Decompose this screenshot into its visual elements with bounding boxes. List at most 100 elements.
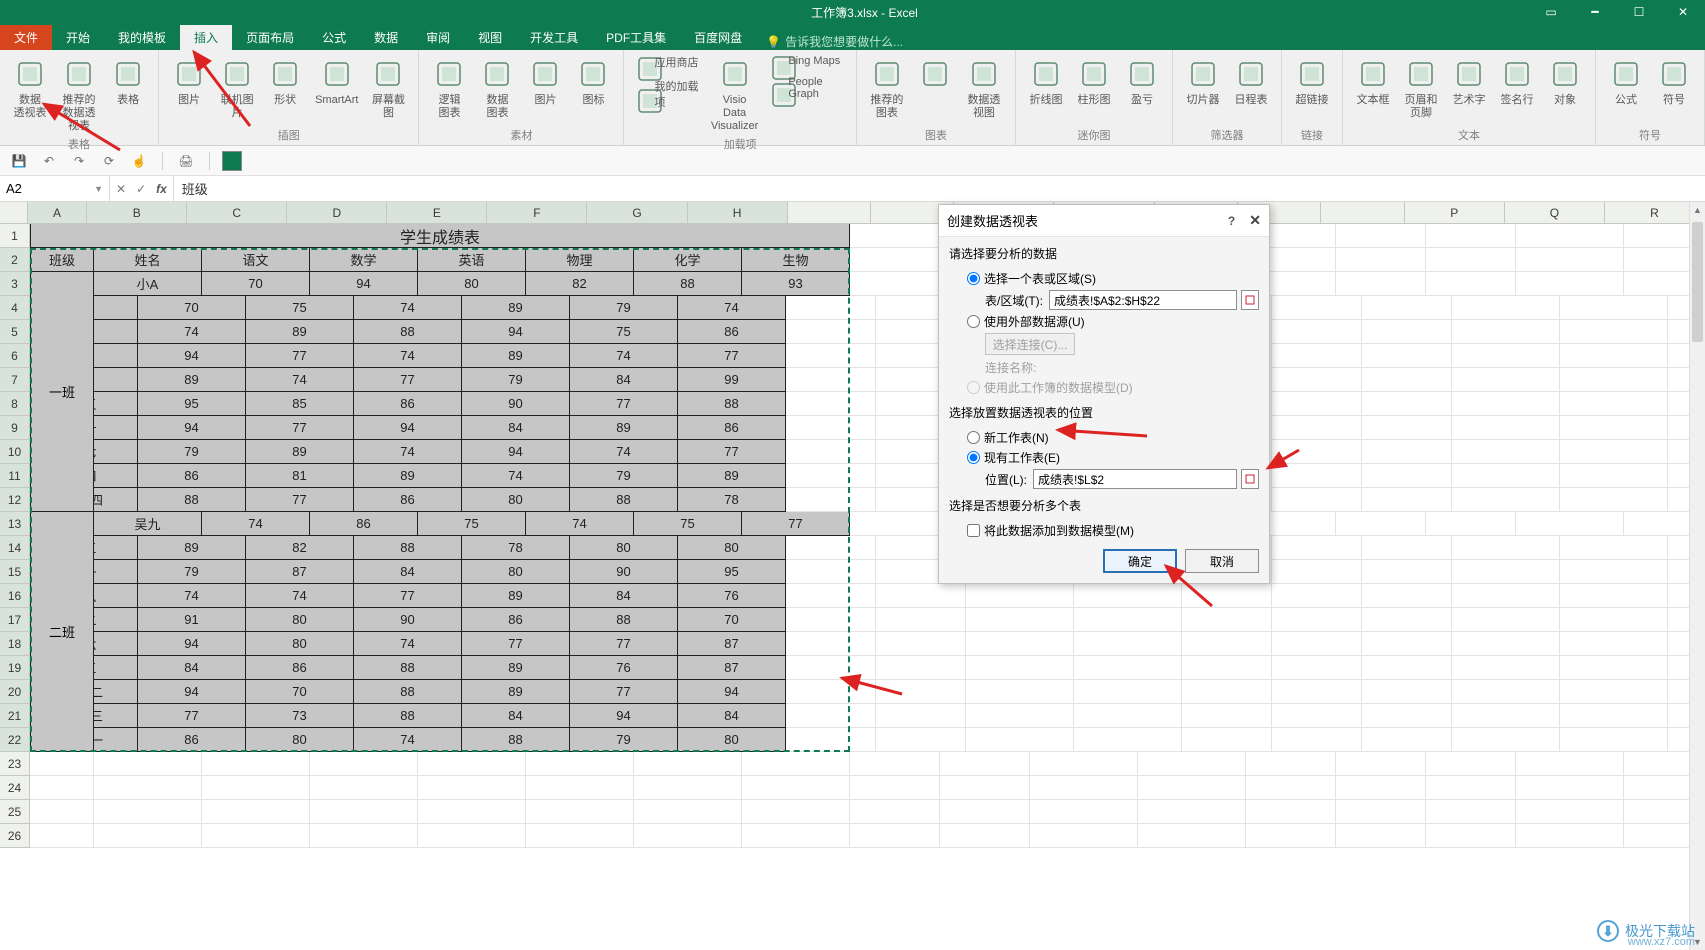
cell-K22[interactable] [966, 728, 1074, 752]
cancel-formula-button[interactable]: ✕ [116, 182, 126, 196]
cell-C21[interactable]: 77 [138, 704, 246, 728]
cell-P5[interactable] [1452, 320, 1560, 344]
cell-H12[interactable]: 78 [678, 488, 786, 512]
cell-P14[interactable] [1452, 536, 1560, 560]
row-header-18[interactable]: 18 [0, 632, 30, 656]
cell-O14[interactable] [1362, 536, 1452, 560]
cell-Q14[interactable] [1560, 536, 1668, 560]
cell-E3[interactable]: 80 [418, 272, 526, 296]
ribbon-options-icon[interactable]: ▭ [1529, 0, 1573, 24]
cell-H23[interactable] [742, 752, 850, 776]
cell-C13[interactable]: 74 [202, 512, 310, 536]
cell-Q21[interactable] [1560, 704, 1668, 728]
cell-G22[interactable]: 79 [570, 728, 678, 752]
ribbon-button[interactable]: 图标 [569, 52, 617, 109]
cell-C17[interactable]: 91 [138, 608, 246, 632]
cell-P20[interactable] [1452, 680, 1560, 704]
cell-N13[interactable] [1336, 512, 1426, 536]
ribbon-button[interactable]: 屏幕截图 [364, 52, 412, 122]
save-icon[interactable]: 💾 [8, 150, 30, 172]
cell-Q9[interactable] [1560, 416, 1668, 440]
cell-C2[interactable]: 语文 [202, 248, 310, 272]
cell-F14[interactable]: 78 [462, 536, 570, 560]
cell-O5[interactable] [1362, 320, 1452, 344]
cell-C23[interactable] [202, 752, 310, 776]
cell-F25[interactable] [526, 800, 634, 824]
cell-I25[interactable] [850, 800, 940, 824]
cell-D24[interactable] [310, 776, 418, 800]
row-header-14[interactable]: 14 [0, 536, 30, 560]
cell-F19[interactable]: 89 [462, 656, 570, 680]
cell-H5[interactable]: 86 [678, 320, 786, 344]
row-header-23[interactable]: 23 [0, 752, 30, 776]
cell-J20[interactable] [876, 680, 966, 704]
cell-M26[interactable] [1246, 824, 1336, 848]
scroll-up-button[interactable]: ▲ [1690, 202, 1705, 218]
ribbon-item[interactable]: Bing Maps [764, 52, 850, 70]
cell-L21[interactable] [1074, 704, 1182, 728]
cell-B25[interactable] [94, 800, 202, 824]
row-header-25[interactable]: 25 [0, 800, 30, 824]
cell-E20[interactable]: 88 [354, 680, 462, 704]
class-merged-cell[interactable]: 二班 [30, 512, 94, 752]
cell-O16[interactable] [1362, 584, 1452, 608]
cell-B24[interactable] [94, 776, 202, 800]
cell-N6[interactable] [1272, 344, 1362, 368]
cell-E22[interactable]: 74 [354, 728, 462, 752]
cell-C7[interactable]: 89 [138, 368, 246, 392]
row-header-16[interactable]: 16 [0, 584, 30, 608]
cell-E7[interactable]: 77 [354, 368, 462, 392]
ribbon-button[interactable]: 超链接 [1288, 52, 1336, 109]
cell-C8[interactable]: 95 [138, 392, 246, 416]
ribbon-button[interactable]: 推荐的数据透视表 [54, 52, 104, 136]
col-header-P[interactable]: P [1405, 202, 1505, 224]
cell-M19[interactable] [1182, 656, 1272, 680]
cell-N8[interactable] [1272, 392, 1362, 416]
cell-F2[interactable]: 物理 [526, 248, 634, 272]
ribbon-button[interactable] [911, 52, 959, 96]
cell-H20[interactable]: 94 [678, 680, 786, 704]
cell-I19[interactable] [786, 656, 876, 680]
cell-H7[interactable]: 99 [678, 368, 786, 392]
cell-E24[interactable] [418, 776, 526, 800]
cell-F7[interactable]: 79 [462, 368, 570, 392]
cell-G9[interactable]: 89 [570, 416, 678, 440]
tab-公式[interactable]: 公式 [308, 25, 360, 50]
ribbon-button[interactable]: 对象 [1541, 52, 1589, 109]
cell-G14[interactable]: 80 [570, 536, 678, 560]
row-header-8[interactable]: 8 [0, 392, 30, 416]
cell-I8[interactable] [786, 392, 876, 416]
cell-B3[interactable]: 小A [94, 272, 202, 296]
file-tab[interactable]: 文件 [0, 25, 52, 50]
cell-H19[interactable]: 87 [678, 656, 786, 680]
cell-E16[interactable]: 77 [354, 584, 462, 608]
cell-B26[interactable] [94, 824, 202, 848]
col-header-B[interactable]: B [87, 202, 187, 224]
tab-我的模板[interactable]: 我的模板 [104, 25, 180, 50]
cell-O6[interactable] [1362, 344, 1452, 368]
vertical-scrollbar[interactable]: ▲ ▼ [1689, 202, 1705, 950]
cell-O19[interactable] [1362, 656, 1452, 680]
ribbon-button[interactable]: SmartArt [309, 52, 364, 109]
cell-F3[interactable]: 82 [526, 272, 634, 296]
row-header-22[interactable]: 22 [0, 728, 30, 752]
row-header-24[interactable]: 24 [0, 776, 30, 800]
cell-D4[interactable]: 75 [246, 296, 354, 320]
cell-I17[interactable] [786, 608, 876, 632]
location-picker-button[interactable] [1241, 469, 1259, 489]
cell-J25[interactable] [940, 800, 1030, 824]
ribbon-button[interactable]: 文本框 [1349, 52, 1397, 109]
cell-M24[interactable] [1246, 776, 1336, 800]
cell-O13[interactable] [1426, 512, 1516, 536]
cell-H14[interactable]: 80 [678, 536, 786, 560]
cell-G13[interactable]: 75 [634, 512, 742, 536]
cell-K17[interactable] [966, 608, 1074, 632]
cell-P15[interactable] [1452, 560, 1560, 584]
cell-N17[interactable] [1272, 608, 1362, 632]
cell-N19[interactable] [1272, 656, 1362, 680]
cell-E4[interactable]: 74 [354, 296, 462, 320]
cell-G6[interactable]: 74 [570, 344, 678, 368]
cell-G7[interactable]: 84 [570, 368, 678, 392]
cell-N15[interactable] [1272, 560, 1362, 584]
row-header-19[interactable]: 19 [0, 656, 30, 680]
